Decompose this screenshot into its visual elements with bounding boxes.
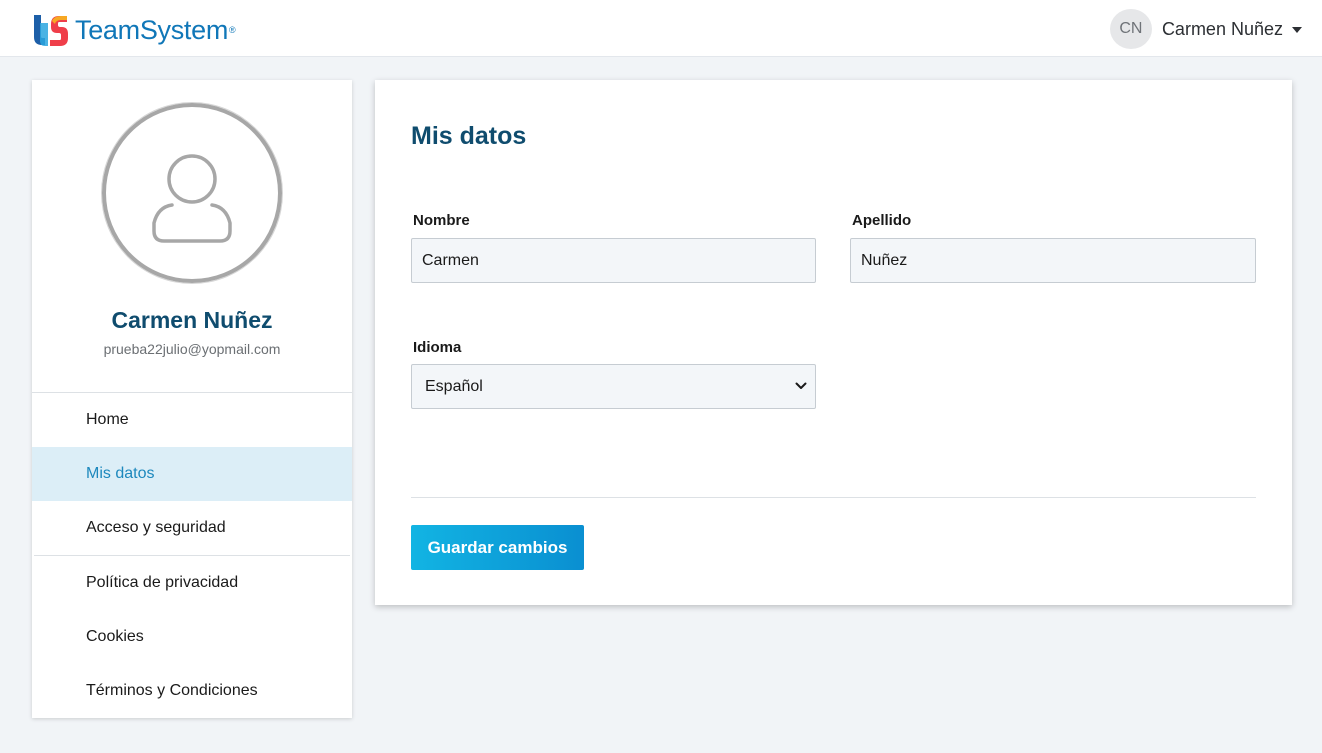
apellido-label: Apellido [852, 212, 912, 229]
sidebar-item-politica-privacidad[interactable]: Política de privacidad [32, 556, 352, 610]
registered-mark: ® [229, 25, 236, 35]
save-changes-button[interactable]: Guardar cambios [411, 525, 584, 570]
profile-name: Carmen Nuñez [111, 307, 273, 333]
top-bar: TeamSystem ® CN Carmen Nuñez [0, 0, 1322, 57]
user-icon [152, 154, 232, 243]
teamsystem-logo[interactable]: TeamSystem ® [31, 11, 236, 49]
mis-datos-card: Mis datos Nombre Apellido Idioma Español… [375, 80, 1292, 605]
brand-name: TeamSystem [75, 14, 229, 45]
sidebar-item-terminos-condiciones[interactable]: Términos y Condiciones [32, 664, 352, 718]
caret-down-icon [1292, 27, 1302, 33]
user-menu-toggle[interactable]: CN Carmen Nuñez [1109, 9, 1302, 49]
user-avatar-initials: CN [1109, 9, 1152, 49]
nombre-field[interactable] [411, 238, 816, 283]
idioma-selected-value: Español [425, 377, 483, 395]
sidebar-item-home[interactable]: Home [32, 393, 352, 447]
idioma-label: Idioma [413, 339, 462, 356]
user-menu-name: Carmen Nuñez [1161, 18, 1283, 39]
nombre-label: Nombre [413, 212, 470, 229]
chevron-down-icon [795, 382, 807, 389]
teamsystem-logo-icon [34, 15, 68, 46]
form-divider [411, 497, 1256, 498]
sidebar-item-cookies[interactable]: Cookies [32, 610, 352, 664]
sidebar-item-acceso-seguridad[interactable]: Acceso y seguridad [32, 501, 352, 555]
apellido-field[interactable] [850, 238, 1256, 283]
profile-sidebar: Carmen Nuñez prueba22julio@yopmail.com H… [32, 80, 352, 718]
profile-email: prueba22julio@yopmail.com [103, 341, 281, 357]
page-title: Mis datos [411, 122, 527, 150]
sidebar-item-mis-datos[interactable]: Mis datos [32, 447, 352, 501]
idioma-select[interactable]: Español [411, 364, 816, 409]
profile-avatar [102, 103, 282, 283]
